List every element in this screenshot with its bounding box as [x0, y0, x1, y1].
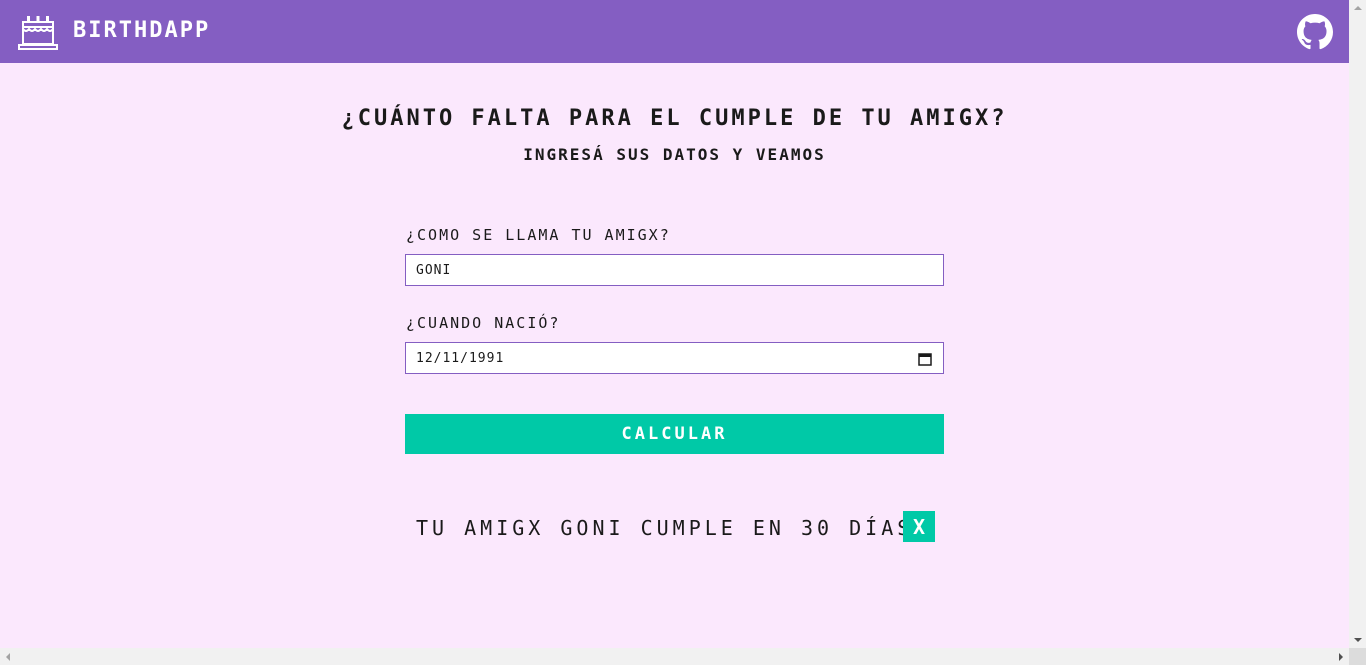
result-message: TU AMIGX GONI CUMPLE EN 30 DÍAS: [416, 516, 914, 540]
calculate-button[interactable]: CALCULAR: [405, 414, 944, 454]
scroll-right-arrow-icon[interactable]: [1339, 653, 1343, 661]
close-result-button[interactable]: X: [903, 511, 935, 542]
app-header: BIRTHDAPP: [0, 0, 1349, 63]
name-field-label: ¿COMO SE LLAMA TU AMIGX?: [406, 226, 671, 244]
page-subtitle: INGRESÁ SUS DATOS Y VEAMOS: [523, 145, 826, 164]
name-input-value: GONI: [416, 262, 452, 278]
github-icon[interactable]: [1297, 14, 1333, 50]
birth-date-input[interactable]: 12/11/1991: [405, 342, 944, 374]
scroll-left-arrow-icon[interactable]: [6, 653, 10, 661]
birth-date-label: ¿CUANDO NACIÓ?: [406, 314, 561, 332]
close-icon: X: [912, 514, 926, 539]
app-brand[interactable]: BIRTHDAPP: [73, 18, 210, 43]
horizontal-scrollbar[interactable]: [0, 648, 1349, 665]
birthday-cake-icon: [18, 16, 58, 50]
page: BIRTHDAPP ¿CUÁNTO FALTA PARA EL CUMPLE D…: [0, 0, 1366, 665]
calendar-icon[interactable]: [918, 352, 932, 366]
page-title: ¿CUÁNTO FALTA PARA EL CUMPLE DE TU AMIGX…: [341, 106, 1008, 131]
vertical-scrollbar[interactable]: [1349, 0, 1366, 648]
scrollbar-corner: [1349, 648, 1366, 665]
scroll-up-arrow-icon[interactable]: [1354, 6, 1362, 10]
name-input[interactable]: GONI: [405, 254, 944, 286]
scroll-down-arrow-icon[interactable]: [1354, 638, 1362, 642]
birth-date-value: 12/11/1991: [416, 350, 505, 366]
